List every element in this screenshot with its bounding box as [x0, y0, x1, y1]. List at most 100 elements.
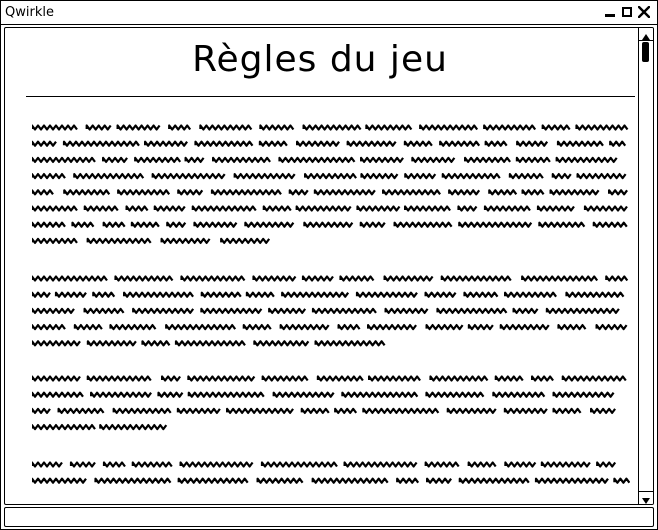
scribbled-word [200, 291, 242, 298]
scribbled-word [334, 407, 358, 414]
scribbled-word [549, 189, 600, 196]
document-viewport[interactable]: Règles du jeu [4, 27, 654, 505]
scroll-up-arrow-icon[interactable] [639, 28, 653, 41]
scribbled-word [337, 324, 361, 331]
scribbled-word [180, 275, 246, 282]
vertical-scrollbar[interactable] [638, 28, 653, 504]
scribbled-word [508, 173, 544, 180]
scribbled-word [608, 189, 628, 196]
scribbled-word [99, 424, 168, 431]
scribbled-word [278, 156, 356, 163]
scribbled-word [157, 391, 184, 398]
scribbled-word [313, 189, 376, 196]
scribbled-word [441, 173, 501, 180]
scribbled-word [339, 275, 375, 282]
scribbled-word [515, 156, 551, 163]
scribbled-word [341, 391, 419, 398]
scribbled-word [141, 340, 171, 347]
scribbled-word [426, 477, 452, 484]
scribbled-word [69, 461, 96, 468]
scribbled-word [114, 275, 174, 282]
scribbled-word [590, 407, 616, 414]
scribbled-word [356, 205, 401, 212]
scribbled-word [362, 407, 440, 414]
scroll-down-arrow-icon[interactable] [639, 491, 653, 504]
horizontal-scrollbar[interactable] [4, 507, 654, 527]
scribbled-word [483, 205, 531, 212]
scribbled-word [131, 461, 173, 468]
scribbled-word [367, 324, 417, 331]
scribbled-word [86, 340, 137, 347]
title-divider [26, 96, 635, 97]
scribbled-word [272, 391, 335, 398]
scribbled-word [85, 124, 112, 131]
scribbled-word [596, 461, 617, 468]
scribbled-word [130, 221, 160, 228]
scribbled-word [404, 205, 451, 212]
maximize-icon[interactable] [620, 4, 634, 20]
scribbled-word [73, 173, 145, 180]
scribbled-word [32, 189, 54, 196]
scribbled-word [411, 156, 456, 163]
scribbled-word [86, 375, 152, 382]
scribbled-word [32, 156, 96, 163]
close-icon[interactable] [637, 4, 651, 20]
scribbled-word [112, 407, 172, 414]
scribbled-word [261, 375, 309, 382]
scribbled-word [117, 189, 171, 196]
scribbled-word [304, 173, 357, 180]
scribbled-word [595, 324, 628, 331]
scribbled-word [346, 140, 397, 147]
scribbled-word [83, 307, 125, 314]
scribbled-word [32, 461, 63, 468]
scribbled-word [419, 124, 479, 131]
scribbled-word [194, 140, 254, 147]
scribbled-word [125, 205, 149, 212]
scribbled-word [355, 291, 418, 298]
scribbled-word [199, 124, 253, 131]
scribbled-word [583, 205, 628, 212]
scribbled-word [109, 324, 157, 331]
scribbled-word [504, 291, 557, 298]
scribbled-word [424, 461, 460, 468]
scribbled-word [134, 156, 182, 163]
scribbled-word [62, 140, 140, 147]
scribbled-word [244, 221, 295, 228]
scribbled-word [403, 140, 433, 147]
scribbled-word [365, 124, 413, 131]
scribbled-word [396, 477, 420, 484]
scribbled-word [538, 221, 586, 228]
scribbled-word [536, 205, 575, 212]
scribbled-word [259, 124, 295, 131]
scroll-thumb[interactable] [642, 42, 649, 62]
scribbled-word [32, 275, 108, 282]
scribbled-word [71, 221, 95, 228]
scribbled-word [492, 391, 546, 398]
scribbled-word [63, 189, 111, 196]
scribbled-word [613, 477, 630, 484]
scribbled-word [448, 189, 481, 196]
scribbled-word [253, 340, 310, 347]
scribbled-word [311, 307, 377, 314]
scribbled-word [343, 461, 418, 468]
scribbled-word [561, 375, 627, 382]
scribbled-word [281, 291, 350, 298]
scribbled-word [174, 340, 246, 347]
scribbled-word [168, 124, 192, 131]
scribbled-word [187, 375, 256, 382]
scribbled-word [57, 407, 105, 414]
scribbled-word [296, 140, 340, 147]
title-bar[interactable]: Qwirkle [1, 1, 657, 25]
minimize-icon[interactable] [603, 4, 617, 20]
scribbled-word [382, 189, 441, 196]
scribbled-word [314, 340, 386, 347]
scribbled-word [534, 477, 609, 484]
scribbled-word [258, 140, 288, 147]
scribbled-word [233, 173, 296, 180]
scribbled-word [32, 237, 78, 244]
scribbled-word [316, 375, 364, 382]
scribbled-word [516, 140, 549, 147]
scribbled-word [32, 424, 96, 431]
scribbled-word [32, 124, 78, 131]
scribbled-word [404, 173, 437, 180]
